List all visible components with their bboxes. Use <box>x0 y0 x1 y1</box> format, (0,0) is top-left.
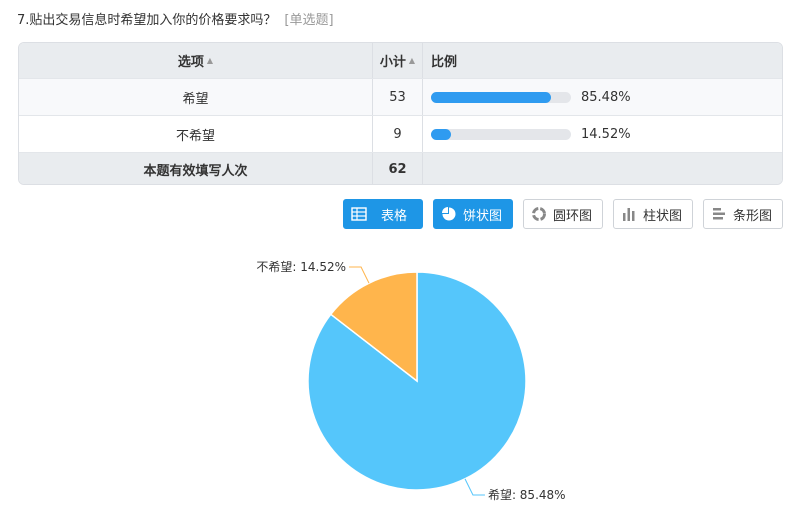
pie-data-label: 不希望: 14.52% <box>256 259 346 274</box>
sort-icon[interactable]: ▲ <box>409 56 415 65</box>
progress-bar-track <box>431 91 571 103</box>
table-total-row: 本题有效填写人次 62 <box>19 152 782 184</box>
header-ratio-column: 比例 <box>423 43 782 78</box>
table-row: 希望 53 85.48% <box>19 78 782 115</box>
header-option-column[interactable]: 选项 ▲ <box>19 43 373 78</box>
header-ratio-label: 比例 <box>431 55 458 70</box>
table-row: 不希望 9 14.52% <box>19 115 782 152</box>
option-cell: 希望 <box>19 79 373 115</box>
bar-view-label: 柱状图 <box>643 208 683 224</box>
results-table: 选项 ▲ 小计 ▲ 比例 希望 53 85.48% 不希望 9 14.52% 本… <box>18 42 783 185</box>
pie-label-leader <box>349 266 370 284</box>
percent-label: 85.48% <box>581 89 631 105</box>
count-cell: 9 <box>373 116 423 152</box>
pie-view-label: 饼状图 <box>463 208 503 224</box>
progress-bar-fill <box>431 128 452 140</box>
progress-bar-fill <box>431 91 551 103</box>
pie-label-leader <box>464 478 485 496</box>
table-view-button[interactable]: 表格 <box>343 199 423 229</box>
donut-view-button[interactable]: 圆环图 <box>523 199 603 229</box>
pie-chart-icon <box>442 207 456 221</box>
progress-bar-track <box>431 128 571 140</box>
ratio-cell: 85.48% <box>423 79 782 115</box>
total-label: 本题有效填写人次 <box>19 153 373 184</box>
horizontal-bar-view-label: 条形图 <box>733 208 773 224</box>
question-text: 7.贴出交易信息时希望加入你的价格要求吗？ <box>17 13 277 28</box>
donut-chart-icon <box>532 207 546 221</box>
header-option-label: 选项 <box>177 55 204 70</box>
pie-data-label: 希望: 85.48% <box>488 487 566 502</box>
question-title: 7.贴出交易信息时希望加入你的价格要求吗？ [单选题] <box>17 9 334 28</box>
sort-icon[interactable]: ▲ <box>207 56 213 65</box>
pie-chart: 希望: 85.48% 不希望: 14.52% <box>256 259 566 502</box>
horizontal-bar-view-button[interactable]: 条形图 <box>703 199 783 229</box>
table-header-row: 选项 ▲ 小计 ▲ 比例 <box>19 43 782 78</box>
pie-view-button[interactable]: 饼状图 <box>433 199 513 229</box>
bar-chart-icon <box>623 208 635 221</box>
header-count-column[interactable]: 小计 ▲ <box>373 43 423 78</box>
total-ratio-cell <box>423 153 782 184</box>
percent-label: 14.52% <box>581 126 631 142</box>
count-cell: 53 <box>373 79 423 115</box>
header-count-label: 小计 <box>379 55 406 70</box>
table-view-label: 表格 <box>381 208 408 224</box>
table-icon <box>351 207 367 221</box>
option-cell: 不希望 <box>19 116 373 152</box>
horizontal-bar-chart-icon <box>713 208 725 220</box>
total-count: 62 <box>373 153 423 184</box>
question-type-label: [单选题] <box>284 13 334 28</box>
donut-view-label: 圆环图 <box>553 208 593 224</box>
ratio-cell: 14.52% <box>423 116 782 152</box>
bar-view-button[interactable]: 柱状图 <box>613 199 693 229</box>
